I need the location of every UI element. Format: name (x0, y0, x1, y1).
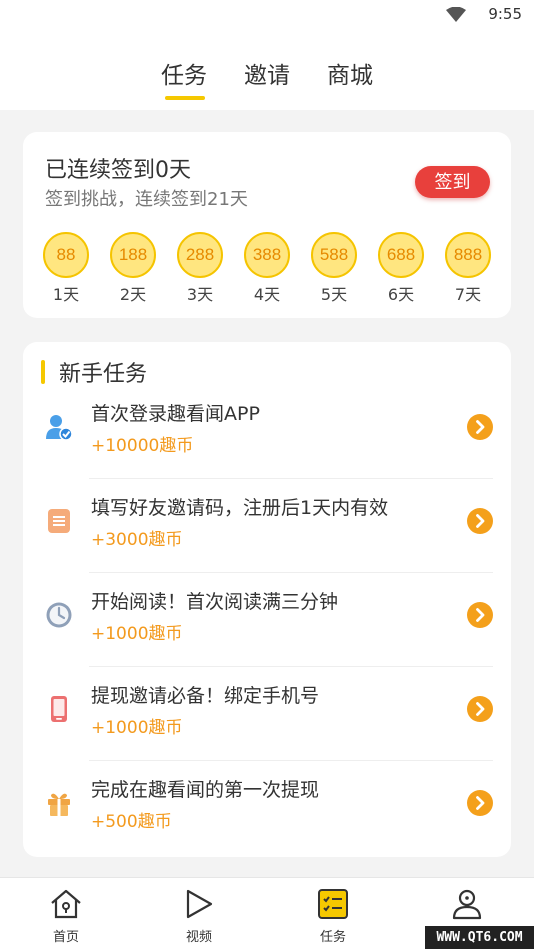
task-name: 提现邀请必备！绑定手机号 (91, 685, 320, 707)
section-marker (41, 360, 45, 384)
profile-icon (452, 889, 482, 920)
reward-day: 3天 (186, 285, 214, 304)
user-verified-icon (46, 415, 73, 441)
go-arrow-button[interactable] (467, 508, 493, 534)
go-arrow-button[interactable] (467, 602, 493, 628)
go-arrow-button[interactable] (467, 790, 493, 816)
tab-mall[interactable]: 商城 (327, 56, 373, 90)
reward-day: 5天 (320, 285, 348, 304)
reward-day: 1天 (52, 285, 80, 304)
document-icon (48, 509, 70, 533)
nav-home[interactable]: 首页 (26, 878, 106, 949)
nav-label: 任务 (319, 930, 346, 945)
nav-label: 首页 (52, 930, 79, 945)
chevron-right-icon (476, 420, 485, 434)
reward-day: 4天 (253, 285, 281, 304)
task-row[interactable]: 提现邀请必备！绑定手机号 +1000趣币 (23, 667, 511, 761)
nav-task[interactable]: 任务 (293, 878, 373, 949)
go-arrow-button[interactable] (467, 414, 493, 440)
chevron-right-icon (476, 702, 485, 716)
status-bar: 9:55 (0, 0, 534, 30)
chevron-right-icon (476, 608, 485, 622)
home-icon (51, 889, 81, 919)
checkin-card: 已连续签到0天 签到挑战，连续签到21天 签到 88 1天 188 2天 288… (23, 132, 511, 318)
status-time: 9:55 (488, 5, 522, 23)
gift-icon (48, 793, 70, 816)
task-reward: +1000趣币 (91, 624, 183, 644)
nav-video[interactable]: 视频 (159, 878, 239, 949)
task-name: 完成在趣看闻的第一次提现 (91, 779, 320, 801)
tab-invite[interactable]: 邀请 (244, 56, 290, 90)
chevron-right-icon (476, 796, 485, 810)
phone-icon (51, 696, 67, 722)
tab-task[interactable]: 任务 (161, 56, 207, 90)
checkin-title: 已连续签到0天 (45, 158, 191, 183)
checkin-subtitle: 签到挑战，连续签到21天 (45, 189, 248, 210)
task-list-icon (318, 889, 348, 919)
section-title: 新手任务 (59, 362, 148, 387)
wifi-icon (446, 7, 466, 22)
task-reward: +3000趣币 (91, 530, 183, 550)
newbie-task-card: 新手任务 首次登录趣看闻APP +10000趣币 填写好友邀请码，注册后1天内有… (23, 342, 511, 857)
reward-coin: 588 (311, 232, 357, 278)
task-reward: +1000趣币 (91, 718, 183, 738)
reward-coin: 288 (177, 232, 223, 278)
reward-day: 6天 (387, 285, 415, 304)
top-tab-bar: 任务 邀请 商城 (0, 30, 534, 110)
task-row[interactable]: 开始阅读！首次阅读满三分钟 +1000趣币 (23, 573, 511, 667)
task-row[interactable]: 完成在趣看闻的第一次提现 +500趣币 (23, 761, 511, 855)
reward-coin: 888 (445, 232, 491, 278)
reward-day: 2天 (119, 285, 147, 304)
checkin-button[interactable]: 签到 (415, 166, 490, 198)
task-name: 开始阅读！首次阅读满三分钟 (91, 591, 339, 613)
task-reward: +500趣币 (91, 812, 172, 832)
nav-label: 视频 (185, 930, 212, 945)
play-icon (186, 889, 213, 919)
task-name: 填写好友邀请码，注册后1天内有效 (91, 497, 389, 519)
go-arrow-button[interactable] (467, 696, 493, 722)
reward-coin: 388 (244, 232, 290, 278)
reward-day: 7天 (454, 285, 482, 304)
task-name: 首次登录趣看闻APP (91, 403, 260, 425)
active-tab-indicator (165, 96, 205, 100)
task-row[interactable]: 填写好友邀请码，注册后1天内有效 +3000趣币 (23, 479, 511, 573)
clock-icon (46, 602, 72, 628)
chevron-right-icon (476, 514, 485, 528)
task-row[interactable]: 首次登录趣看闻APP +10000趣币 (23, 385, 511, 479)
task-reward: +10000趣币 (91, 436, 194, 456)
reward-coin: 88 (43, 232, 89, 278)
reward-coin: 688 (378, 232, 424, 278)
reward-coin: 188 (110, 232, 156, 278)
watermark: WWW.QT6.COM (425, 926, 534, 949)
